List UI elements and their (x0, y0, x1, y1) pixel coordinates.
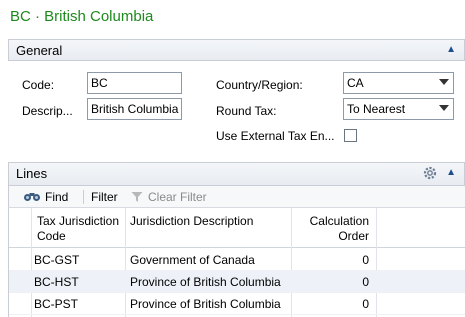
code-label: Code: (22, 78, 55, 92)
round-tax-label: Round Tax: (216, 104, 277, 118)
toolbar-divider (83, 190, 84, 204)
cell-description: Government of Canada (130, 253, 255, 267)
country-region-value: CA (347, 76, 364, 90)
use-external-tax-checkbox[interactable] (344, 129, 357, 142)
column-header-text: Tax Jurisdiction (37, 214, 120, 228)
cell-code: BC-HST (34, 275, 79, 289)
description-field[interactable]: British Columbia (87, 98, 182, 120)
description-label: Descrip... (22, 104, 73, 118)
grid-header: Tax Jurisdiction Code Jurisdiction Descr… (9, 208, 465, 248)
column-header-text: Calculation (309, 214, 369, 228)
cell-description: Province of British Columbia (130, 297, 281, 311)
collapse-chevron-icon[interactable]: ▲ (446, 167, 456, 178)
page-title: BC · British Columbia (10, 8, 154, 25)
round-tax-value: To Nearest (347, 102, 406, 116)
gear-icon[interactable] (422, 165, 438, 181)
general-fasttab-header[interactable]: General ▲ (8, 39, 465, 61)
use-external-tax-label: Use External Tax En... (216, 129, 335, 143)
column-header-text: Code (37, 229, 66, 243)
column-header-jurisdiction-description[interactable]: Jurisdiction Description (130, 214, 253, 229)
lines-toolbar: Find Filter Clear Filter (8, 186, 465, 208)
country-region-select[interactable]: CA (343, 72, 454, 94)
column-header-tax-jurisdiction-code[interactable]: Tax Jurisdiction Code (37, 214, 119, 244)
filter-button[interactable]: Filter (91, 190, 118, 204)
jurisdiction-lines-grid: Tax Jurisdiction Code Jurisdiction Descr… (8, 208, 465, 317)
code-field[interactable]: BC (87, 72, 182, 94)
column-header-calculation-order[interactable]: Calculation Order (299, 214, 369, 244)
lines-fasttab-header[interactable]: Lines ▲ (8, 162, 465, 186)
clear-filter-button[interactable]: Clear Filter (131, 190, 207, 204)
table-row[interactable]: BC-GST Government of Canada 0 (9, 249, 465, 271)
find-label: Find (45, 190, 69, 204)
binoculars-icon (24, 193, 40, 201)
general-tab-label: General (16, 43, 63, 58)
round-tax-select[interactable]: To Nearest (343, 98, 454, 120)
cell-order: 0 (362, 275, 369, 289)
cell-description: Province of British Columbia (130, 275, 281, 289)
cell-code: BC-GST (34, 253, 80, 267)
dropdown-arrow-icon[interactable] (439, 105, 449, 111)
cell-order: 0 (362, 253, 369, 267)
country-region-label: Country/Region: (216, 78, 303, 92)
cell-order: 0 (362, 297, 369, 311)
cell-code: BC-PST (34, 297, 79, 311)
clear-filter-label: Clear Filter (148, 190, 207, 204)
column-header-text: Order (338, 229, 369, 243)
find-button[interactable]: Find (23, 190, 68, 204)
lines-tab-label: Lines (16, 166, 48, 181)
table-row[interactable]: BC-HST Province of British Columbia 0 (9, 271, 465, 293)
clear-filter-icon (131, 192, 143, 202)
dropdown-arrow-icon[interactable] (439, 79, 449, 85)
table-row[interactable]: BC-PST Province of British Columbia 0 (9, 293, 465, 315)
collapse-chevron-icon[interactable]: ▲ (446, 44, 456, 55)
